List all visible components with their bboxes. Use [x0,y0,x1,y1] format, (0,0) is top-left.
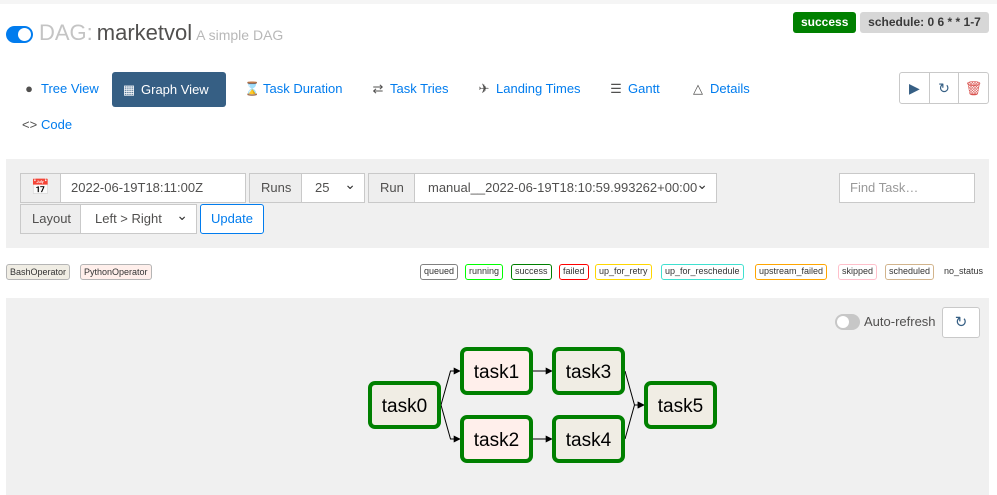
task-node-label: task4 [566,430,612,451]
task-node-label: task0 [382,396,427,417]
task-node-label: task5 [658,396,703,417]
edge-task4-task5 [624,401,645,440]
task-node-task4[interactable]: task4 [552,415,625,463]
task-node-label: task3 [566,362,611,383]
edge-task3-task5 [624,370,645,409]
edge-task0-task1 [440,367,461,406]
task-node-label: task2 [474,430,519,451]
dag-graph: task0 task1 task2 task3 task4 task5 [368,347,717,463]
task-node-label: task1 [474,362,519,383]
task-node-task3[interactable]: task3 [552,347,625,395]
task-node-task1[interactable]: task1 [460,347,533,395]
task-node-task2[interactable]: task2 [460,415,533,463]
edge-task0-task2 [440,404,461,443]
task-node-task0[interactable]: task0 [368,381,441,429]
task-node-task5[interactable]: task5 [644,381,717,429]
